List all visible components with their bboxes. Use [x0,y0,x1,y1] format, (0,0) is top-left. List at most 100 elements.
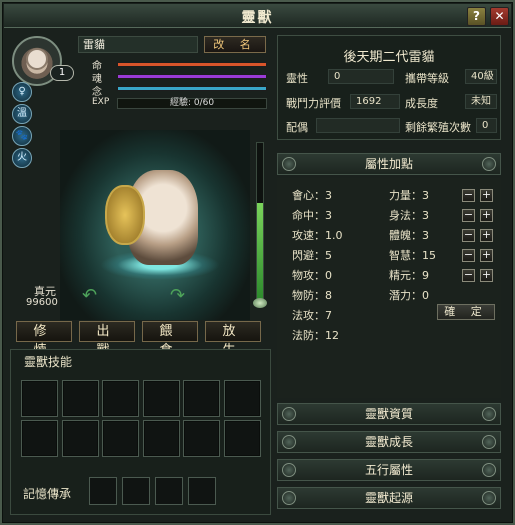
section-five-elements[interactable]: 五行屬性 [277,459,501,481]
decrease-button[interactable]: − [462,189,475,202]
attribute-point: 智慧：15 [389,249,436,262]
increase-button[interactable]: + [480,249,493,262]
section-label: 靈獸資質 [364,407,413,421]
element-fire-icon[interactable]: 火 [12,148,32,168]
info-label: 剩餘繁殖次數 [405,121,471,134]
info-value [316,118,400,133]
meter-knob-icon [253,298,267,308]
memory-slot[interactable] [188,477,216,505]
rotate-right-icon[interactable]: ↷ [170,285,185,306]
skill-slot[interactable] [223,420,261,457]
vertical-meter [256,142,264,302]
memory-slot[interactable] [122,477,150,505]
skill-slot[interactable] [21,380,58,417]
skill-slot[interactable] [183,380,220,417]
memory-slot[interactable] [89,477,117,505]
rotate-left-icon[interactable]: ↶ [82,285,97,306]
ornament-icon [282,157,296,171]
decrease-button[interactable]: − [462,269,475,282]
level-badge: 1 [50,65,74,81]
title-bar[interactable]: 靈獸 ? ✕ [4,4,511,28]
section-origin[interactable]: 靈獸起源 [277,487,501,509]
attributes-header[interactable]: 屬性加點 [277,153,501,175]
hp-bar [117,62,267,67]
pet-class-title: 後天期二代雷貓 [343,50,435,65]
pet-info-panel: 後天期二代雷貓 靈性 0 攜帶等級 40級 戰鬥力評價 1692 成長度 未知 … [277,35,501,140]
skills-panel: 靈獸技能 記憶傳承 [10,349,271,515]
attribute-stat: 法攻：7 [292,309,332,322]
confirm-button[interactable]: 確 定 [437,304,495,320]
info-label: 成長度 [405,97,438,110]
ornament-icon [482,407,496,421]
info-value: 0 [328,69,394,84]
vertical-meter-fill [257,203,263,301]
skill-slot[interactable] [183,420,220,457]
mind-label: 念 [92,87,102,98]
zhenyuan-value: 99600 [26,297,58,308]
deploy-button[interactable]: 出 戰 [79,321,135,358]
attribute-point: 力量：3 [389,189,429,202]
skill-slot[interactable] [61,380,99,417]
attribute-stat: 物攻：0 [292,269,332,282]
attributes-header-label: 屬性加點 [364,157,413,171]
section-label: 靈獸起源 [364,491,413,505]
help-button[interactable]: ? [467,7,486,26]
info-value: 未知 [465,94,497,109]
attribute-stat: 攻速：1.0 [292,229,343,242]
section-aptitude[interactable]: 靈獸資質 [277,403,501,425]
skill-slot[interactable] [102,420,139,457]
ornament-icon [282,463,296,477]
skill-slot[interactable] [61,420,99,457]
train-button[interactable]: 修 煉 [16,321,72,358]
decrease-button[interactable]: − [462,249,475,262]
exp-label: EXP [92,97,110,107]
attribute-stat: 會心：3 [292,189,332,202]
info-value: 0 [476,118,497,133]
skill-slot[interactable] [21,420,58,457]
pet-armor [105,185,145,245]
increase-button[interactable]: + [480,189,493,202]
attribute-point: 精元：9 [389,269,429,282]
ornament-icon [482,491,496,505]
rename-button[interactable]: 改 名 [204,36,266,53]
increase-button[interactable]: + [480,269,493,282]
skill-slot[interactable] [102,380,139,417]
attribute-point: 潛力：0 [389,289,429,302]
section-label: 五行屬性 [364,463,413,477]
window-title: 靈獸 [241,10,274,26]
attribute-stat: 命中：3 [292,209,332,222]
ornament-icon [482,435,496,449]
ornament-icon [482,157,496,171]
increase-button[interactable]: + [480,229,493,242]
memory-label: 記憶傳承 [23,487,72,501]
ornament-icon [482,463,496,477]
section-growth[interactable]: 靈獸成長 [277,431,501,453]
info-label: 配偶 [286,121,308,134]
decrease-button[interactable]: − [462,209,475,222]
skill-slot[interactable] [142,380,180,417]
attribute-point: 體魄：3 [389,229,429,242]
memory-slot[interactable] [155,477,183,505]
feed-button[interactable]: 餵 食 [142,321,198,358]
info-label: 戰鬥力評價 [286,97,341,110]
attribute-stat: 法防：12 [292,329,339,342]
increase-button[interactable]: + [480,209,493,222]
ornament-icon [282,491,296,505]
close-button[interactable]: ✕ [490,7,509,26]
soul-bar [117,74,267,79]
skill-slot[interactable] [223,380,261,417]
skill-slot[interactable] [142,420,180,457]
info-value: 40級 [465,69,497,84]
attribute-stat: 物防：8 [292,289,332,302]
ornament-icon [282,407,296,421]
pet-name-field: 雷貓 [78,36,198,53]
release-button[interactable]: 放 生 [205,321,261,358]
exp-bar: 經驗: 0/60 [117,98,267,109]
info-label: 靈性 [286,72,308,85]
info-label: 攜帶等級 [405,72,449,85]
temperament-icon[interactable]: 溫 [12,104,32,124]
decrease-button[interactable]: − [462,229,475,242]
gender-icon[interactable]: ♀ [12,82,32,102]
skills-title: 靈獸技能 [24,355,73,369]
paw-icon[interactable]: 🐾 [12,126,32,146]
